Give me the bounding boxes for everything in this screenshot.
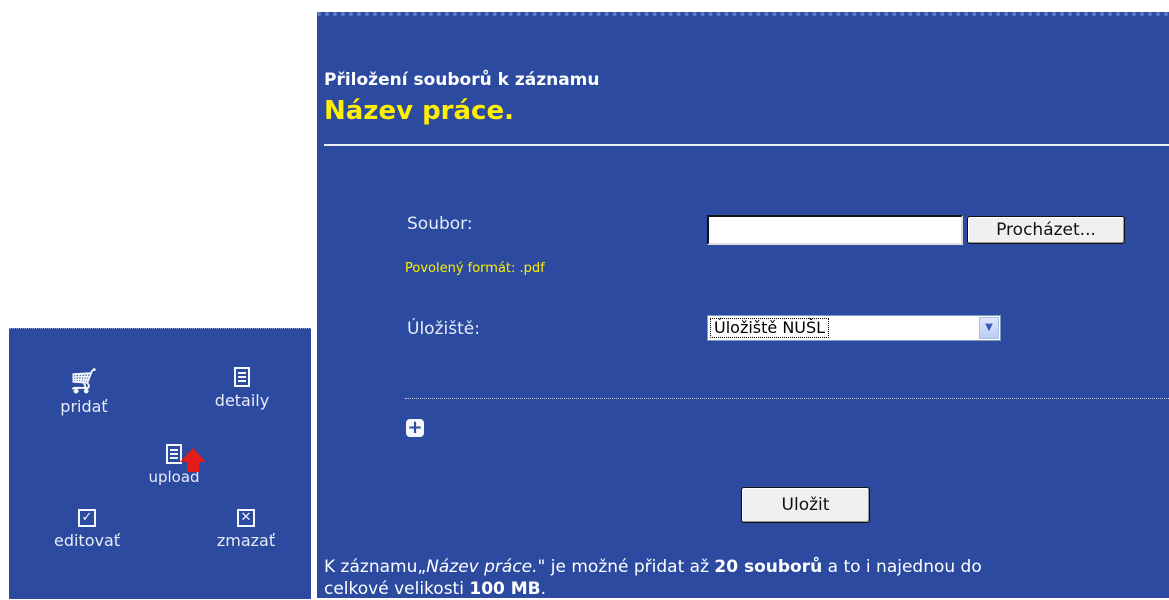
delete-x-icon: ✕ bbox=[237, 509, 255, 527]
record-title: Název práce. bbox=[324, 96, 514, 126]
details-action[interactable]: detaily bbox=[197, 367, 287, 410]
delete-action[interactable]: ✕ zmazať bbox=[201, 509, 291, 550]
cart-icon: 🛒︎ bbox=[68, 367, 100, 395]
upload-limit-note: K záznamu„Název práce." je možné přidat … bbox=[324, 557, 982, 599]
document-icon bbox=[234, 367, 250, 387]
edit-checkbox-icon: ✓ bbox=[78, 509, 96, 527]
upload-action-label: upload bbox=[148, 468, 200, 486]
form-subtitle: Přiložení souborů k záznamu bbox=[324, 70, 600, 90]
file-path-input[interactable] bbox=[707, 215, 963, 245]
file-label: Soubor: bbox=[407, 214, 473, 234]
storage-label: Úložiště: bbox=[407, 319, 480, 339]
add-to-cart-action[interactable]: 🛒︎ pridať bbox=[54, 369, 114, 416]
delete-action-label: zmazať bbox=[216, 531, 276, 550]
save-button[interactable]: Uložit bbox=[741, 487, 870, 523]
add-action-label: pridať bbox=[60, 397, 108, 416]
attach-files-form: Přiložení souborů k záznamu Název práce.… bbox=[317, 12, 1169, 599]
title-divider bbox=[324, 144, 1169, 146]
add-file-plus-icon[interactable]: + bbox=[406, 419, 424, 437]
record-actions-panel: 🛒︎ pridať detaily upload ✓ editovať ✕ zm… bbox=[9, 328, 311, 599]
red-arrow-indicator bbox=[180, 448, 206, 462]
dotted-divider bbox=[405, 398, 1169, 399]
browse-button[interactable]: Procházet... bbox=[967, 216, 1125, 244]
edit-action[interactable]: ✓ editovať bbox=[47, 509, 127, 550]
edit-action-label: editovať bbox=[53, 531, 121, 550]
details-action-label: detaily bbox=[214, 391, 270, 410]
chevron-down-icon[interactable]: ▼ bbox=[979, 317, 999, 339]
red-arrow-stem bbox=[187, 461, 199, 472]
storage-select[interactable]: Úložiště NUŠL ▼ bbox=[707, 315, 1001, 341]
allowed-format-hint: Povolený formát: .pdf bbox=[405, 261, 545, 276]
storage-selected-value: Úložiště NUŠL bbox=[710, 318, 830, 338]
